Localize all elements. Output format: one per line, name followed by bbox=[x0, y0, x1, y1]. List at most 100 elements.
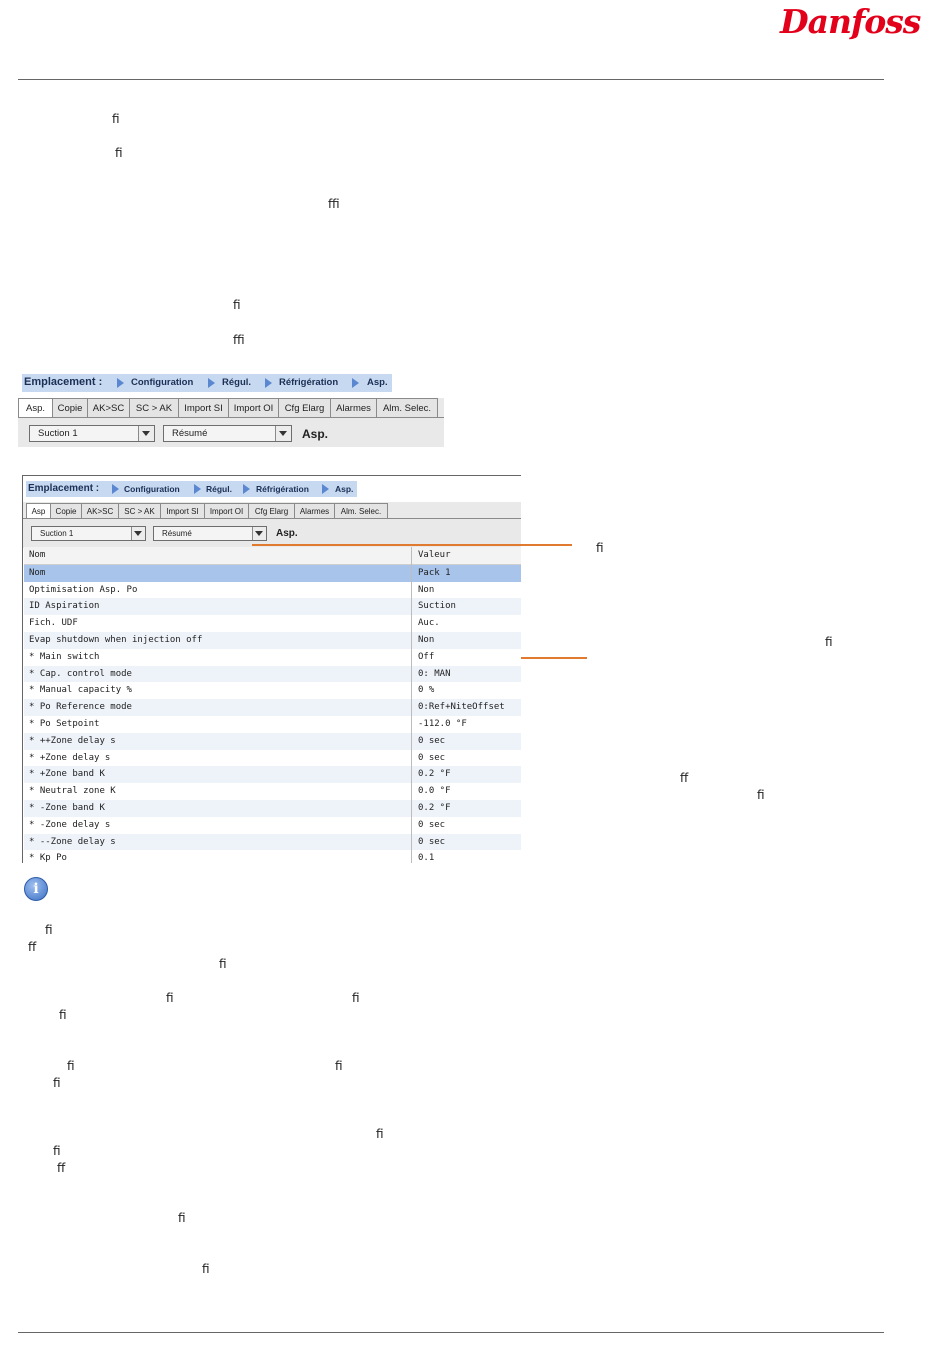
text-fragment: ﬁ bbox=[233, 298, 241, 312]
text-fragment: ﬁ bbox=[376, 1127, 384, 1141]
tab-asp[interactable]: Asp bbox=[26, 503, 51, 519]
tab-import-oi[interactable]: Import OI bbox=[204, 503, 249, 519]
column-divider bbox=[411, 547, 412, 863]
suction-dropdown[interactable]: Suction 1 bbox=[29, 425, 155, 442]
column-header-valeur[interactable]: Valeur bbox=[418, 550, 451, 560]
text-fragment: ﬁ bbox=[112, 112, 120, 126]
row-name: ID Aspiration bbox=[29, 601, 100, 612]
table-row[interactable]: * Neutral zone K 0.0 °F bbox=[24, 783, 521, 800]
breadcrumb-regul[interactable]: Régul. bbox=[206, 484, 232, 494]
text-fragment: ﬁ bbox=[178, 1211, 186, 1225]
row-name: Optimisation Asp. Po bbox=[29, 584, 138, 595]
row-value: 0: MAN bbox=[418, 668, 451, 679]
tab-import-oi[interactable]: Import OI bbox=[228, 398, 279, 418]
table-row[interactable]: ID Aspiration Suction bbox=[24, 598, 521, 616]
breadcrumb-regul[interactable]: Régul. bbox=[222, 377, 251, 388]
table-row[interactable]: * --Zone delay s 0 sec bbox=[24, 833, 521, 851]
callout-line bbox=[521, 657, 587, 659]
header-rule bbox=[18, 79, 884, 80]
row-value: 0.1 bbox=[418, 853, 435, 864]
breadcrumb-configuration[interactable]: Configuration bbox=[124, 484, 180, 494]
table-row[interactable]: * Po Setpoint -112.0 °F bbox=[24, 716, 521, 733]
row-value: 0 sec bbox=[418, 836, 446, 847]
breadcrumb-asp[interactable]: Asp. bbox=[367, 377, 388, 388]
breadcrumb-configuration[interactable]: Configuration bbox=[131, 377, 193, 388]
table-row[interactable]: * +Zone band K 0.2 °F bbox=[24, 766, 521, 784]
text-fragment: ﬁ bbox=[59, 1008, 67, 1022]
row-name: Evap shutdown when injection off bbox=[29, 634, 203, 645]
text-fragment: ﬃ bbox=[233, 333, 245, 347]
tab-cfg-elarg[interactable]: Cfg Elarg bbox=[248, 503, 295, 519]
breadcrumb-arrow-icon bbox=[208, 378, 215, 388]
breadcrumb-arrow-icon bbox=[194, 484, 201, 494]
tab-cfg-elarg[interactable]: Cfg Elarg bbox=[278, 398, 331, 418]
text-fragment: ﬁ bbox=[67, 1059, 75, 1073]
text-fragment: ﬁ bbox=[115, 146, 123, 160]
view-dropdown[interactable]: Résumé bbox=[163, 425, 292, 442]
table-row[interactable]: Fich. UDF Auc. bbox=[24, 615, 521, 632]
table-row[interactable]: * -Zone band K 0.2 °F bbox=[24, 799, 521, 817]
tab-alm-selec[interactable]: Alm. Selec. bbox=[334, 503, 388, 519]
suction-dropdown[interactable]: Suction 1 bbox=[31, 526, 146, 541]
breadcrumb-asp[interactable]: Asp. bbox=[335, 484, 353, 494]
dropdown-button[interactable] bbox=[275, 426, 291, 441]
breadcrumb-refrigeration[interactable]: Réfrigération bbox=[256, 484, 309, 494]
tab-sc-ak[interactable]: SC > AK bbox=[129, 398, 179, 418]
text-fragment: ﬁ bbox=[219, 957, 227, 971]
view-dropdown-value: Résumé bbox=[172, 428, 208, 439]
tab-alarmes[interactable]: Alarmes bbox=[294, 503, 335, 519]
row-value: 0 % bbox=[418, 685, 435, 696]
row-name: Nom bbox=[29, 567, 46, 578]
table-row[interactable]: Nom Pack 1 bbox=[24, 564, 521, 582]
breadcrumb-arrow-icon bbox=[112, 484, 119, 494]
table-row[interactable]: * +Zone delay s 0 sec bbox=[24, 750, 521, 767]
tab-bar: Asp. Copie AK>SC SC > AK Import SI Impor… bbox=[18, 398, 438, 418]
tab-alm-selec[interactable]: Alm. Selec. bbox=[376, 398, 438, 418]
tab-ak-sc[interactable]: AK>SC bbox=[81, 503, 119, 519]
view-dropdown[interactable]: Résumé bbox=[153, 526, 267, 541]
column-header-nom[interactable]: Nom bbox=[29, 550, 45, 560]
text-fragment: ﬀ bbox=[680, 771, 689, 785]
tab-ak-sc[interactable]: AK>SC bbox=[87, 398, 130, 418]
dropdown-button[interactable] bbox=[252, 527, 266, 540]
breadcrumb-refrigeration[interactable]: Réfrigération bbox=[279, 377, 338, 388]
row-name: * Po Setpoint bbox=[29, 718, 100, 729]
tab-import-si[interactable]: Import SI bbox=[160, 503, 205, 519]
row-name: * Kp Po bbox=[29, 853, 67, 864]
table-row[interactable]: * Po Reference mode 0:Ref+NiteOffset bbox=[24, 699, 521, 716]
table-row[interactable]: * -Zone delay s 0 sec bbox=[24, 817, 521, 834]
page-label: Asp. bbox=[276, 528, 298, 539]
row-name: * Manual capacity % bbox=[29, 685, 132, 696]
text-fragment: ﬁ bbox=[45, 923, 53, 937]
tab-copie[interactable]: Copie bbox=[52, 398, 88, 418]
text-fragment: ﬃ bbox=[328, 197, 340, 211]
table-row[interactable]: Evap shutdown when injection off Non bbox=[24, 631, 521, 649]
text-fragment: ﬁ bbox=[335, 1059, 343, 1073]
breadcrumb-arrow-icon bbox=[352, 378, 359, 388]
table-row[interactable]: Optimisation Asp. Po Non bbox=[24, 582, 521, 599]
tab-asp[interactable]: Asp. bbox=[18, 398, 53, 418]
tab-import-si[interactable]: Import SI bbox=[178, 398, 229, 418]
footer-rule bbox=[18, 1332, 884, 1333]
row-value: Suction bbox=[418, 601, 456, 612]
text-fragment: ﬁ bbox=[53, 1076, 61, 1090]
breadcrumb-arrow-icon bbox=[117, 378, 124, 388]
tab-copie[interactable]: Copie bbox=[50, 503, 82, 519]
tab-sc-ak[interactable]: SC > AK bbox=[118, 503, 161, 519]
table-row[interactable]: * ++Zone delay s 0 sec bbox=[24, 732, 521, 750]
table-row[interactable]: * Cap. control mode 0: MAN bbox=[24, 665, 521, 683]
dropdown-button[interactable] bbox=[138, 426, 154, 441]
table-row[interactable]: * Manual capacity % 0 % bbox=[24, 682, 521, 699]
info-icon-glyph: i bbox=[33, 881, 39, 897]
text-fragment: ﬁ bbox=[596, 541, 604, 555]
tab-bar: Asp Copie AK>SC SC > AK Import SI Import… bbox=[26, 503, 388, 519]
table-row[interactable]: * Kp Po 0.1 bbox=[24, 850, 521, 867]
breadcrumb-arrow-icon bbox=[265, 378, 272, 388]
dropdown-button[interactable] bbox=[131, 527, 145, 540]
text-fragment: ﬁ bbox=[166, 991, 174, 1005]
table-row[interactable]: * Main switch Off bbox=[24, 649, 521, 666]
row-name: * Main switch bbox=[29, 651, 100, 662]
row-value: 0 sec bbox=[418, 735, 446, 746]
text-fragment: ﬁ bbox=[825, 635, 833, 649]
tab-alarmes[interactable]: Alarmes bbox=[330, 398, 377, 418]
